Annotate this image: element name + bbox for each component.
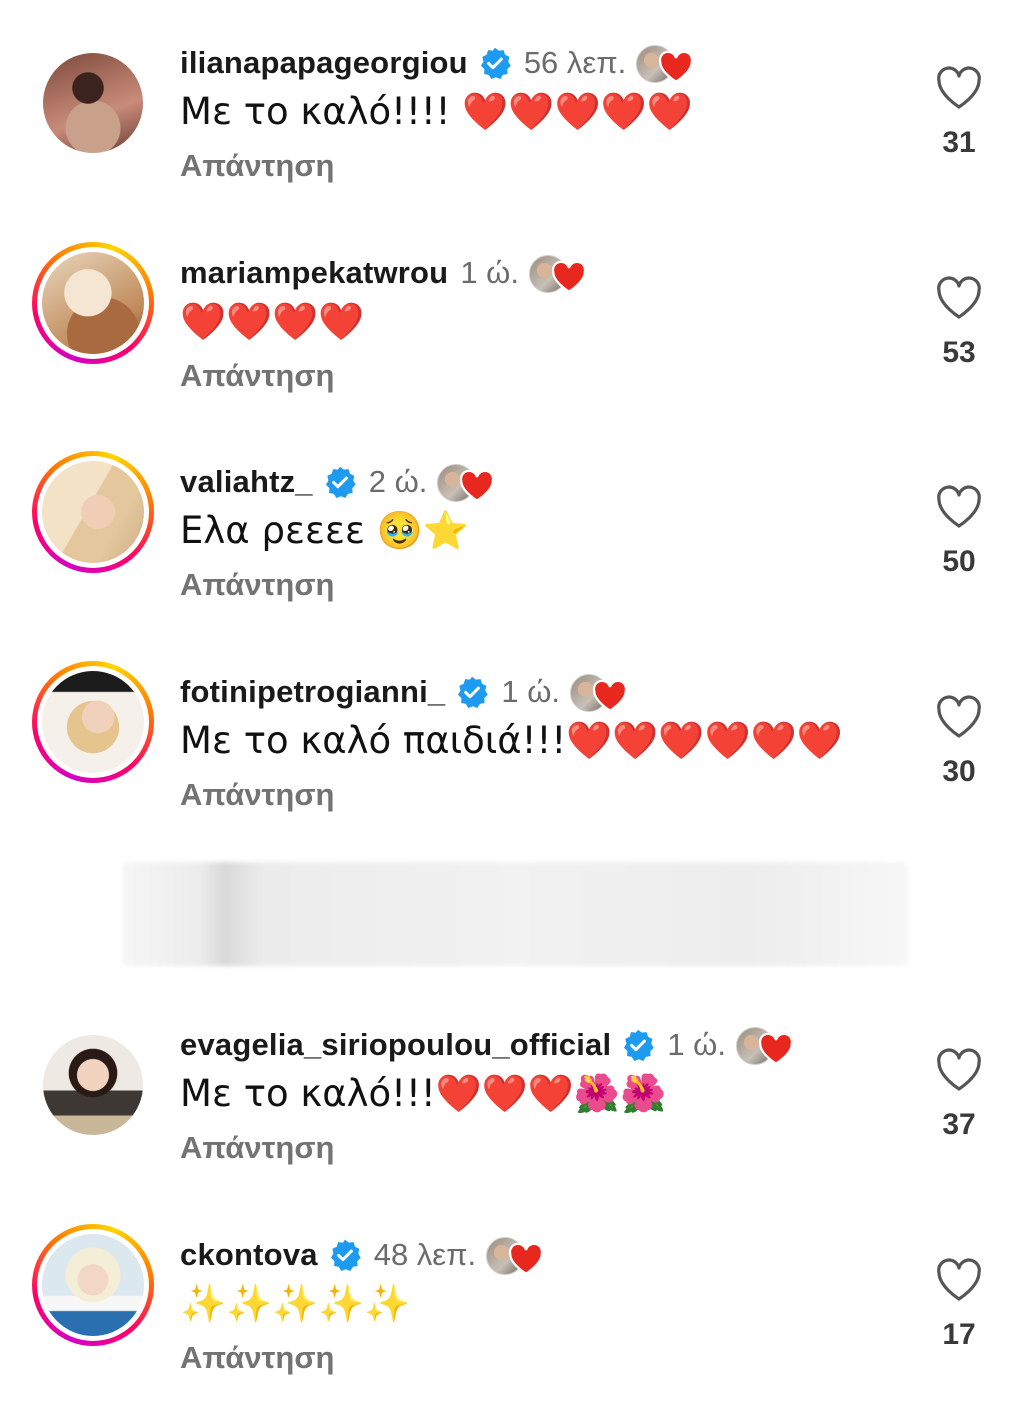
like-control: 30 bbox=[928, 695, 990, 789]
username[interactable]: valiahtz_ bbox=[180, 464, 313, 500]
username[interactable]: evagelia_siriopoulou_official bbox=[180, 1027, 611, 1063]
comment-item: ckontova 48 λεπ. ✨✨✨✨✨ Απάντηση 17 bbox=[0, 1224, 1036, 1410]
heart-outline-icon[interactable] bbox=[935, 66, 983, 110]
reply-button[interactable]: Απάντηση bbox=[180, 148, 334, 184]
comment-item: fotinipetrogianni_ 1 ώ. Με το καλό παιδι… bbox=[0, 661, 1036, 847]
story-ring bbox=[37, 666, 149, 778]
username[interactable]: mariampekatwrou bbox=[180, 255, 448, 291]
comment-time: 1 ώ. bbox=[667, 1027, 726, 1062]
comment-text: ❤️❤️❤️❤️ bbox=[180, 300, 365, 343]
like-count: 30 bbox=[942, 755, 976, 788]
reply-button[interactable]: Απάντηση bbox=[180, 567, 334, 603]
author-liked-badge bbox=[636, 43, 700, 83]
comment-header: mariampekatwrou 1 ώ. bbox=[180, 248, 593, 298]
avatar-image bbox=[42, 671, 144, 773]
username[interactable]: ilianapapageorgiou bbox=[180, 45, 468, 81]
heart-outline-icon[interactable] bbox=[935, 1048, 983, 1092]
author-liked-badge bbox=[529, 253, 593, 293]
author-liked-badge bbox=[735, 1025, 800, 1065]
comment-text: ✨✨✨✨✨ bbox=[180, 1282, 411, 1325]
comment-time: 2 ώ. bbox=[368, 464, 428, 499]
comment-time: 56 λεπ. bbox=[523, 45, 627, 80]
comment-text: Ελα ρεεεε 🥹⭐ bbox=[180, 509, 469, 552]
author-liked-heart-icon bbox=[460, 470, 495, 502]
avatar[interactable] bbox=[32, 1024, 154, 1146]
comment-header: valiahtz_ 2 ώ. bbox=[180, 457, 501, 507]
reply-button[interactable]: Απάντηση bbox=[180, 777, 334, 813]
author-liked-badge bbox=[437, 462, 501, 502]
avatar-image bbox=[43, 53, 143, 153]
verified-badge-icon bbox=[325, 466, 356, 498]
avatar-image bbox=[42, 252, 144, 354]
author-liked-heart-icon bbox=[592, 680, 628, 712]
comment-item: valiahtz_ 2 ώ. Ελα ρεεεε 🥹⭐ Απάντηση 50 bbox=[0, 451, 1036, 637]
comment-item: mariampekatwrou 1 ώ. ❤️❤️❤️❤️ Απάντηση 5… bbox=[0, 242, 1036, 428]
comment-time: 1 ώ. bbox=[501, 674, 561, 709]
author-liked-badge bbox=[570, 672, 634, 712]
like-control: 37 bbox=[928, 1048, 990, 1142]
avatar-image bbox=[43, 1035, 143, 1135]
heart-outline-icon[interactable] bbox=[935, 1258, 983, 1302]
verified-badge-icon bbox=[330, 1239, 361, 1271]
avatar[interactable] bbox=[32, 242, 154, 364]
heart-outline-icon[interactable] bbox=[935, 485, 983, 529]
author-liked-heart-icon bbox=[551, 261, 587, 293]
verified-badge-icon bbox=[480, 47, 511, 79]
comment-time: 1 ώ. bbox=[460, 255, 519, 290]
comment-text: Με το καλό!!!! ❤️❤️❤️❤️❤️ bbox=[180, 90, 693, 133]
like-count: 50 bbox=[942, 545, 976, 578]
comment-header: ilianapapageorgiou 56 λεπ. bbox=[180, 38, 700, 88]
reply-button[interactable]: Απάντηση bbox=[180, 358, 334, 394]
username[interactable]: fotinipetrogianni_ bbox=[180, 674, 445, 710]
story-ring bbox=[37, 247, 149, 359]
comment-text: Με το καλό!!!❤️❤️❤️🌺🌺 bbox=[180, 1072, 667, 1115]
comment-item: evagelia_siriopoulou_official 1 ώ. Με το… bbox=[0, 1020, 1036, 1200]
comment-text: Με το καλό παιδιά!!!❤️❤️❤️❤️❤️❤️ bbox=[180, 719, 843, 762]
username[interactable]: ckontova bbox=[180, 1237, 318, 1273]
comment-header: evagelia_siriopoulou_official 1 ώ. bbox=[180, 1020, 800, 1070]
like-control: 31 bbox=[928, 66, 990, 160]
comment-item: ilianapapageorgiou 56 λεπ. Με το καλό!!!… bbox=[0, 38, 1036, 218]
reply-button[interactable]: Απάντηση bbox=[180, 1340, 334, 1376]
like-control: 50 bbox=[928, 485, 990, 579]
reply-button[interactable]: Απάντηση bbox=[180, 1130, 334, 1166]
comment-time: 48 λεπ. bbox=[373, 1237, 477, 1272]
like-control: 17 bbox=[928, 1258, 990, 1352]
avatar-image bbox=[42, 461, 144, 563]
heart-outline-icon[interactable] bbox=[935, 276, 983, 320]
author-liked-heart-icon bbox=[509, 1243, 544, 1275]
like-count: 53 bbox=[942, 336, 976, 369]
avatar-image bbox=[42, 1234, 144, 1336]
like-control: 53 bbox=[928, 276, 990, 370]
verified-badge-icon bbox=[458, 676, 489, 708]
avatar[interactable] bbox=[32, 451, 154, 573]
author-liked-heart-icon bbox=[758, 1033, 794, 1065]
author-liked-badge bbox=[486, 1235, 550, 1275]
author-liked-heart-icon bbox=[659, 51, 694, 83]
story-ring bbox=[37, 1229, 149, 1341]
avatar[interactable] bbox=[32, 42, 154, 164]
comment-header: fotinipetrogianni_ 1 ώ. bbox=[180, 667, 634, 717]
heart-outline-icon[interactable] bbox=[935, 695, 983, 739]
avatar[interactable] bbox=[32, 661, 154, 783]
like-count: 17 bbox=[942, 1318, 976, 1351]
avatar[interactable] bbox=[32, 1224, 154, 1346]
story-ring bbox=[37, 456, 149, 568]
like-count: 31 bbox=[942, 126, 976, 159]
redacted-comment bbox=[122, 862, 908, 966]
comment-header: ckontova 48 λεπ. bbox=[180, 1230, 550, 1280]
like-count: 37 bbox=[942, 1108, 976, 1141]
verified-badge-icon bbox=[624, 1029, 655, 1061]
